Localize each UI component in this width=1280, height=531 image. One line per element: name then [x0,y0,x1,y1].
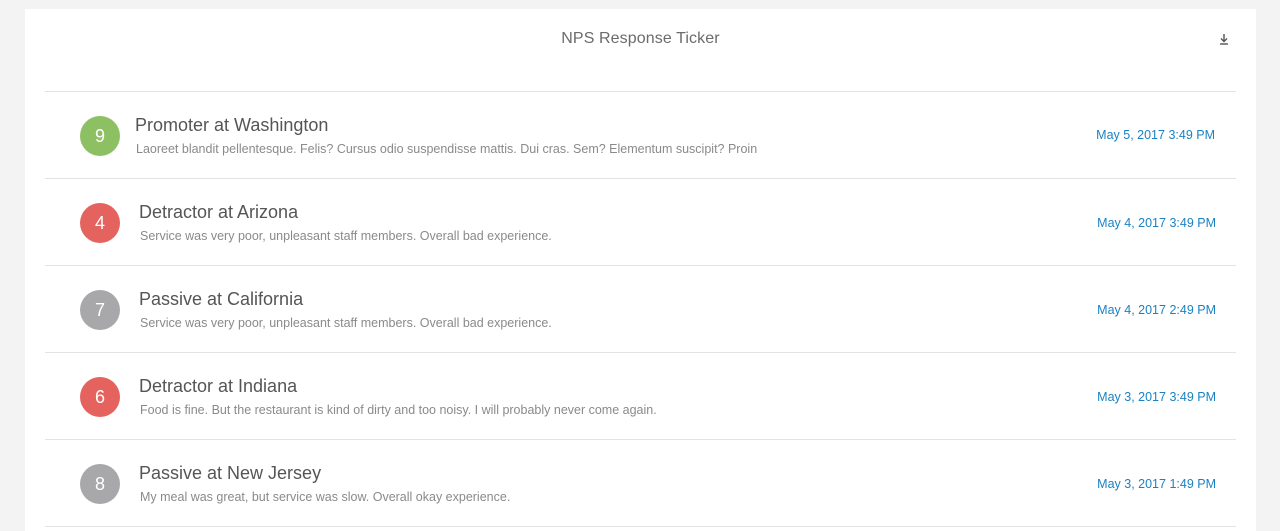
response-heading: Detractor at Arizona [139,202,299,222]
response-row[interactable]: 9 Promoter at Washington Laoreet blandit… [45,92,1236,179]
response-comment: My meal was great, but service was slow.… [140,490,511,504]
response-heading: Promoter at Washington [135,115,329,135]
score-badge: 6 [80,377,120,417]
response-row[interactable]: 8 Passive at New Jersey My meal was grea… [45,440,1236,527]
response-row[interactable]: 6 Detractor at Indiana Food is fine. But… [45,353,1236,440]
response-comment: Food is fine. But the restaurant is kind… [140,403,657,417]
score-badge: 4 [80,203,120,243]
nps-ticker-card: NPS Response Ticker 9 Promoter at Washin… [25,9,1256,531]
response-timestamp: May 3, 2017 1:49 PM [1097,477,1216,491]
score-badge: 7 [80,290,120,330]
score-badge: 9 [80,116,120,156]
download-icon [1220,34,1228,45]
response-comment: Laoreet blandit pellentesque. Felis? Cur… [136,142,758,156]
widget-title: NPS Response Ticker [561,30,720,47]
response-heading: Detractor at Indiana [139,376,298,396]
score-badge: 8 [80,464,120,504]
response-heading: Passive at California [139,289,304,309]
response-heading: Passive at New Jersey [139,463,322,483]
response-timestamp: May 5, 2017 3:49 PM [1096,128,1215,142]
response-timestamp: May 3, 2017 3:49 PM [1097,390,1216,404]
response-row[interactable]: 4 Detractor at Arizona Service was very … [45,179,1236,266]
download-button[interactable] [1215,30,1233,48]
response-timestamp: May 4, 2017 2:49 PM [1097,303,1216,317]
card-header: NPS Response Ticker [25,9,1256,91]
response-comment: Service was very poor, unpleasant staff … [140,229,552,243]
response-timestamp: May 4, 2017 3:49 PM [1097,216,1216,230]
response-comment: Service was very poor, unpleasant staff … [140,316,552,330]
response-list: 9 Promoter at Washington Laoreet blandit… [45,91,1236,527]
response-row[interactable]: 7 Passive at California Service was very… [45,266,1236,353]
